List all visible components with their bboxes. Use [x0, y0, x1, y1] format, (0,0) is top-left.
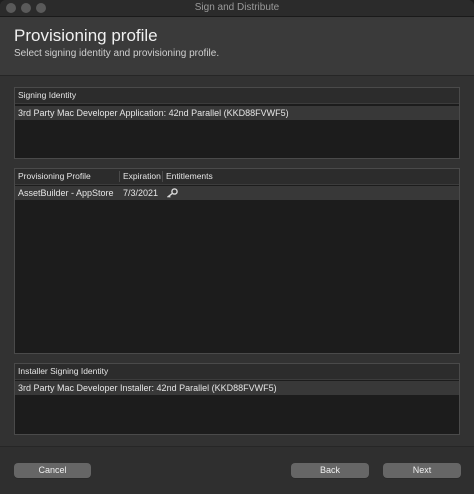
page-subtitle: Select signing identity and provisioning…	[14, 48, 220, 59]
provisioning-profile-table[interactable]: Provisioning Profile Expiration Entitlem…	[14, 168, 460, 354]
provisioning-profile-expiration: 7/3/2021	[123, 188, 159, 198]
page-header: Provisioning profile Select signing iden…	[0, 17, 474, 76]
title-bar: Sign and Distribute	[0, 0, 474, 17]
sign-and-distribute-window: Sign and Distribute Provisioning profile…	[0, 0, 474, 494]
provisioning-profile-table-header: Provisioning Profile Expiration Entitlem…	[15, 169, 459, 185]
table-row[interactable]: AssetBuilder - AppStore 7/3/2021	[15, 186, 459, 200]
next-button[interactable]: Next	[383, 463, 461, 478]
installer-signing-identity-value: 3rd Party Mac Developer Installer: 42nd …	[18, 383, 277, 393]
signing-identity-header: Signing Identity	[15, 88, 459, 104]
cancel-button[interactable]: Cancel	[14, 463, 91, 478]
column-divider	[119, 171, 120, 182]
key-icon[interactable]	[166, 188, 178, 198]
wizard-footer: Cancel Back Next	[0, 446, 474, 494]
column-header-entitlements[interactable]: Entitlements	[166, 169, 213, 184]
column-header-expiration[interactable]: Expiration	[123, 169, 161, 184]
installer-signing-identity-header: Installer Signing Identity	[15, 364, 459, 380]
page-title: Provisioning profile	[14, 26, 158, 45]
signing-identity-column-label: Signing Identity	[18, 90, 77, 100]
signing-identity-value: 3rd Party Mac Developer Application: 42n…	[18, 108, 289, 118]
signing-identity-list[interactable]: Signing Identity 3rd Party Mac Developer…	[14, 87, 460, 159]
signing-identity-row[interactable]: 3rd Party Mac Developer Application: 42n…	[15, 106, 459, 120]
installer-signing-identity-row[interactable]: 3rd Party Mac Developer Installer: 42nd …	[15, 381, 459, 395]
window-title: Sign and Distribute	[194, 2, 280, 13]
back-button[interactable]: Back	[291, 463, 369, 478]
column-header-provisioning-profile[interactable]: Provisioning Profile	[18, 169, 91, 184]
installer-signing-identity-column-label: Installer Signing Identity	[18, 366, 109, 376]
installer-signing-identity-list[interactable]: Installer Signing Identity 3rd Party Mac…	[14, 363, 460, 435]
column-divider	[162, 171, 163, 182]
provisioning-profile-name: AssetBuilder - AppStore	[18, 188, 114, 198]
